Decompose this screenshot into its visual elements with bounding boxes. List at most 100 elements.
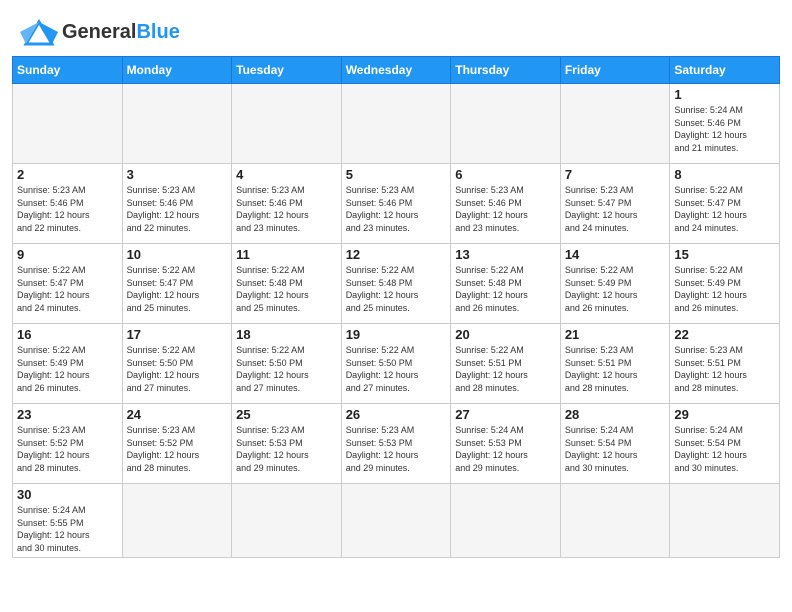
day-number: 24 <box>127 407 228 422</box>
cell-info: Sunrise: 5:23 AM <box>346 424 447 437</box>
cell-info: Daylight: 12 hours <box>127 209 228 222</box>
cell-info: Daylight: 12 hours <box>346 209 447 222</box>
weekday-header: Tuesday <box>232 57 342 84</box>
cell-info: Sunrise: 5:24 AM <box>565 424 666 437</box>
cell-info: Sunrise: 5:23 AM <box>455 184 556 197</box>
cell-info: and 28 minutes. <box>565 382 666 395</box>
calendar-row: 16Sunrise: 5:22 AMSunset: 5:49 PMDayligh… <box>13 324 780 404</box>
cell-info: Sunrise: 5:23 AM <box>127 424 228 437</box>
day-number: 1 <box>674 87 775 102</box>
cell-info: and 25 minutes. <box>127 302 228 315</box>
cell-info: Daylight: 12 hours <box>565 449 666 462</box>
cell-info: and 26 minutes. <box>455 302 556 315</box>
calendar-cell: 19Sunrise: 5:22 AMSunset: 5:50 PMDayligh… <box>341 324 451 404</box>
cell-info: Daylight: 12 hours <box>674 369 775 382</box>
cell-info: Sunrise: 5:22 AM <box>17 344 118 357</box>
cell-info: Sunrise: 5:22 AM <box>236 344 337 357</box>
calendar-cell: 9Sunrise: 5:22 AMSunset: 5:47 PMDaylight… <box>13 244 123 324</box>
cell-info: and 27 minutes. <box>127 382 228 395</box>
calendar-cell: 22Sunrise: 5:23 AMSunset: 5:51 PMDayligh… <box>670 324 780 404</box>
cell-info: Daylight: 12 hours <box>674 289 775 302</box>
day-number: 21 <box>565 327 666 342</box>
cell-info: Daylight: 12 hours <box>346 289 447 302</box>
cell-info: Daylight: 12 hours <box>674 129 775 142</box>
calendar-cell: 6Sunrise: 5:23 AMSunset: 5:46 PMDaylight… <box>451 164 561 244</box>
day-number: 29 <box>674 407 775 422</box>
cell-info: Sunset: 5:46 PM <box>127 197 228 210</box>
calendar-cell <box>122 484 232 558</box>
cell-info: Sunrise: 5:22 AM <box>674 184 775 197</box>
cell-info: Sunrise: 5:22 AM <box>127 344 228 357</box>
cell-info: and 30 minutes. <box>17 542 118 555</box>
calendar-cell: 28Sunrise: 5:24 AMSunset: 5:54 PMDayligh… <box>560 404 670 484</box>
weekday-header-row: SundayMondayTuesdayWednesdayThursdayFrid… <box>13 57 780 84</box>
cell-info: Sunrise: 5:22 AM <box>17 264 118 277</box>
cell-info: Daylight: 12 hours <box>565 209 666 222</box>
calendar-cell <box>560 484 670 558</box>
day-number: 28 <box>565 407 666 422</box>
day-number: 12 <box>346 247 447 262</box>
day-number: 5 <box>346 167 447 182</box>
cell-info: Sunset: 5:52 PM <box>17 437 118 450</box>
cell-info: Sunrise: 5:23 AM <box>346 184 447 197</box>
day-number: 14 <box>565 247 666 262</box>
cell-info: Sunrise: 5:24 AM <box>674 424 775 437</box>
cell-info: and 30 minutes. <box>674 462 775 475</box>
calendar-cell: 10Sunrise: 5:22 AMSunset: 5:47 PMDayligh… <box>122 244 232 324</box>
cell-info: Sunrise: 5:22 AM <box>346 344 447 357</box>
cell-info: Daylight: 12 hours <box>565 369 666 382</box>
cell-info: Sunset: 5:54 PM <box>674 437 775 450</box>
calendar-cell: 1Sunrise: 5:24 AMSunset: 5:46 PMDaylight… <box>670 84 780 164</box>
calendar-cell <box>451 484 561 558</box>
calendar-cell <box>341 84 451 164</box>
weekday-header: Saturday <box>670 57 780 84</box>
cell-info: and 23 minutes. <box>236 222 337 235</box>
cell-info: Daylight: 12 hours <box>236 449 337 462</box>
calendar-cell: 4Sunrise: 5:23 AMSunset: 5:46 PMDaylight… <box>232 164 342 244</box>
calendar-cell: 14Sunrise: 5:22 AMSunset: 5:49 PMDayligh… <box>560 244 670 324</box>
day-number: 3 <box>127 167 228 182</box>
cell-info: and 29 minutes. <box>236 462 337 475</box>
calendar-cell <box>122 84 232 164</box>
cell-info: Daylight: 12 hours <box>127 289 228 302</box>
cell-info: Sunset: 5:50 PM <box>346 357 447 370</box>
cell-info: and 29 minutes. <box>455 462 556 475</box>
cell-info: Daylight: 12 hours <box>127 369 228 382</box>
cell-info: Sunset: 5:51 PM <box>674 357 775 370</box>
calendar-cell <box>341 484 451 558</box>
page-header: GeneralBlue <box>0 0 792 56</box>
cell-info: Sunset: 5:53 PM <box>236 437 337 450</box>
cell-info: Sunrise: 5:22 AM <box>455 344 556 357</box>
day-number: 27 <box>455 407 556 422</box>
cell-info: Sunset: 5:49 PM <box>17 357 118 370</box>
cell-info: and 22 minutes. <box>127 222 228 235</box>
calendar-cell: 13Sunrise: 5:22 AMSunset: 5:48 PMDayligh… <box>451 244 561 324</box>
day-number: 7 <box>565 167 666 182</box>
cell-info: Daylight: 12 hours <box>17 209 118 222</box>
day-number: 26 <box>346 407 447 422</box>
cell-info: Sunrise: 5:22 AM <box>455 264 556 277</box>
calendar-cell: 16Sunrise: 5:22 AMSunset: 5:49 PMDayligh… <box>13 324 123 404</box>
cell-info: and 22 minutes. <box>17 222 118 235</box>
calendar-cell: 7Sunrise: 5:23 AMSunset: 5:47 PMDaylight… <box>560 164 670 244</box>
cell-info: Sunset: 5:46 PM <box>346 197 447 210</box>
cell-info: and 26 minutes. <box>17 382 118 395</box>
cell-info: Daylight: 12 hours <box>346 449 447 462</box>
cell-info: Sunset: 5:55 PM <box>17 517 118 530</box>
logo-icon <box>20 18 58 46</box>
day-number: 23 <box>17 407 118 422</box>
cell-info: Sunrise: 5:24 AM <box>455 424 556 437</box>
cell-info: Sunrise: 5:24 AM <box>17 504 118 517</box>
calendar-cell <box>670 484 780 558</box>
cell-info: and 21 minutes. <box>674 142 775 155</box>
calendar-row: 30Sunrise: 5:24 AMSunset: 5:55 PMDayligh… <box>13 484 780 558</box>
calendar-cell: 21Sunrise: 5:23 AMSunset: 5:51 PMDayligh… <box>560 324 670 404</box>
calendar-cell <box>232 84 342 164</box>
cell-info: Daylight: 12 hours <box>236 209 337 222</box>
calendar-wrapper: SundayMondayTuesdayWednesdayThursdayFrid… <box>0 56 792 570</box>
cell-info: Sunrise: 5:23 AM <box>236 424 337 437</box>
cell-info: Sunrise: 5:23 AM <box>565 184 666 197</box>
cell-info: Daylight: 12 hours <box>565 289 666 302</box>
day-number: 15 <box>674 247 775 262</box>
cell-info: Daylight: 12 hours <box>17 449 118 462</box>
